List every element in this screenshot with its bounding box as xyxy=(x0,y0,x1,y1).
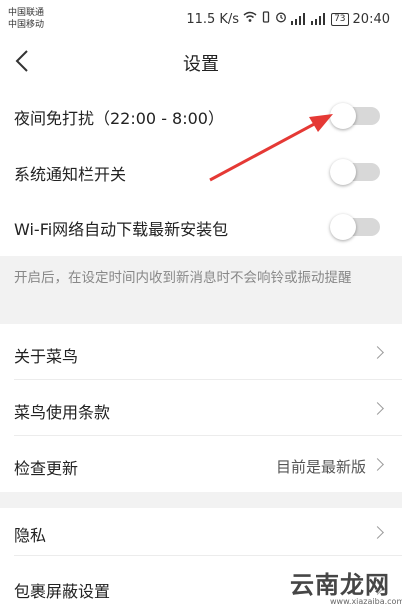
chevron-right-icon xyxy=(371,346,384,359)
clock: 20:40 xyxy=(352,11,390,27)
carrier-1: 中国联通 xyxy=(8,8,45,18)
alarm-icon xyxy=(275,11,287,27)
wifi-download-toggle[interactable] xyxy=(330,214,380,240)
chevron-right-icon xyxy=(371,402,384,415)
watermark-text: 云南龙网 xyxy=(290,571,390,599)
row-wifi-download[interactable]: Wi-Fi网络自动下载最新安装包 xyxy=(0,200,402,256)
night-mode-label: 夜间免打扰（22:00 - 8:00） xyxy=(14,109,224,128)
wifi-download-label: Wi-Fi网络自动下载最新安装包 xyxy=(14,220,229,239)
network-speed: 11.5 K/s xyxy=(186,11,240,27)
status-bar: 中国联通 中国移动 11.5 K/s 73 20:40 xyxy=(0,0,402,38)
status-right: 11.5 K/s 73 20:40 xyxy=(186,10,390,28)
terms-label: 菜鸟使用条款 xyxy=(14,403,111,422)
menu-item-about[interactable]: 关于菜鸟 xyxy=(0,324,402,380)
watermark-url: www.xiazaiba.com xyxy=(330,597,402,606)
hint-box: 开启后，在设定时间内收到新消息时不会响铃或振动提醒 xyxy=(0,256,402,324)
chevron-right-icon xyxy=(371,526,384,539)
row-night-mode[interactable]: 夜间免打扰（22:00 - 8:00） xyxy=(0,88,402,144)
privacy-label: 隐私 xyxy=(14,526,47,545)
hint-text: 开启后，在设定时间内收到新消息时不会响铃或振动提醒 xyxy=(14,270,352,286)
section-separator xyxy=(0,492,402,508)
signal-icon-1 xyxy=(291,13,307,25)
wifi-icon xyxy=(243,11,257,27)
about-label: 关于菜鸟 xyxy=(14,347,79,366)
carrier-2: 中国移动 xyxy=(8,20,45,30)
menu-item-terms[interactable]: 菜鸟使用条款 xyxy=(0,380,402,436)
toggle-knob xyxy=(330,214,356,240)
page-title: 设置 xyxy=(183,54,219,75)
signal-icon-2 xyxy=(311,13,327,25)
toggle-knob xyxy=(330,159,356,185)
notification-bar-label: 系统通知栏开关 xyxy=(14,165,127,184)
update-status: 目前是最新版 xyxy=(275,458,366,476)
menu-item-check-update[interactable]: 检查更新 目前是最新版 xyxy=(0,436,402,492)
toggle-knob xyxy=(330,103,356,129)
night-mode-toggle[interactable] xyxy=(330,103,380,129)
nav-header: 设置 xyxy=(0,38,402,84)
battery-icon: 73 xyxy=(331,12,349,26)
notification-bar-toggle[interactable] xyxy=(330,159,380,185)
check-update-label: 检查更新 xyxy=(14,459,79,478)
vibrate-icon xyxy=(261,11,271,27)
menu-item-privacy[interactable]: 隐私 xyxy=(0,508,402,556)
row-notification-bar[interactable]: 系统通知栏开关 xyxy=(0,144,402,200)
parcel-block-label: 包裹屏蔽设置 xyxy=(14,582,111,601)
chevron-right-icon xyxy=(371,458,384,471)
